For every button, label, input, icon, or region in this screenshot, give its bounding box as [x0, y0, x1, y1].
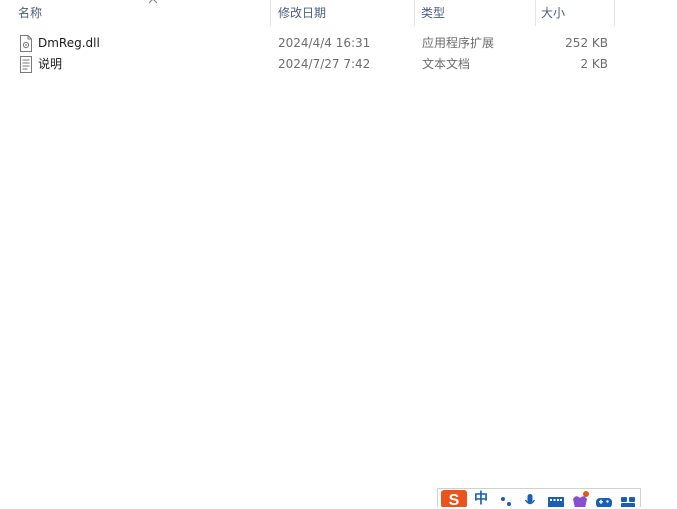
- svg-text:S: S: [449, 492, 460, 507]
- file-size: 2 KB: [580, 57, 608, 71]
- dll-file-icon: [20, 35, 32, 52]
- sogou-logo-icon[interactable]: S: [438, 489, 470, 507]
- file-row[interactable]: 说明 2024/7/27 7:42 文本文档 2 KB: [0, 54, 677, 75]
- gamepad-icon[interactable]: [594, 489, 614, 507]
- file-row[interactable]: DmReg.dll 2024/4/4 16:31 应用程序扩展 252 KB: [0, 33, 677, 54]
- text-file-icon: [20, 56, 32, 73]
- column-header-bar: 名称 修改日期 类型 大小: [0, 0, 677, 26]
- file-size: 252 KB: [565, 36, 608, 50]
- column-header-name[interactable]: 名称: [12, 0, 270, 26]
- file-name: 说明: [38, 57, 63, 71]
- column-header-size[interactable]: 大小: [535, 0, 615, 26]
- column-header-type[interactable]: 类型: [415, 0, 535, 26]
- file-modified: 2024/7/27 7:42: [278, 57, 371, 71]
- input-mode-toggle[interactable]: 中: [474, 489, 490, 507]
- toolbox-icon[interactable]: [618, 489, 638, 507]
- file-modified: 2024/4/4 16:31: [278, 36, 371, 50]
- column-header-type-label: 类型: [421, 6, 446, 20]
- column-divider[interactable]: [614, 0, 615, 26]
- keyboard-icon[interactable]: [546, 489, 566, 507]
- file-type: 文本文档: [422, 57, 471, 71]
- column-header-modified[interactable]: 修改日期: [272, 0, 414, 26]
- file-name: DmReg.dll: [38, 36, 100, 50]
- sort-ascending-icon: [148, 0, 158, 4]
- column-divider[interactable]: [270, 0, 271, 26]
- column-header-size-label: 大小: [541, 6, 566, 20]
- column-header-modified-label: 修改日期: [278, 6, 327, 20]
- ime-toolbar[interactable]: S 中: [437, 488, 641, 507]
- punctuation-icon[interactable]: [498, 489, 514, 507]
- column-header-name-label: 名称: [18, 6, 43, 20]
- skin-icon[interactable]: [570, 489, 590, 507]
- file-type: 应用程序扩展: [422, 36, 495, 50]
- microphone-icon[interactable]: [522, 489, 538, 507]
